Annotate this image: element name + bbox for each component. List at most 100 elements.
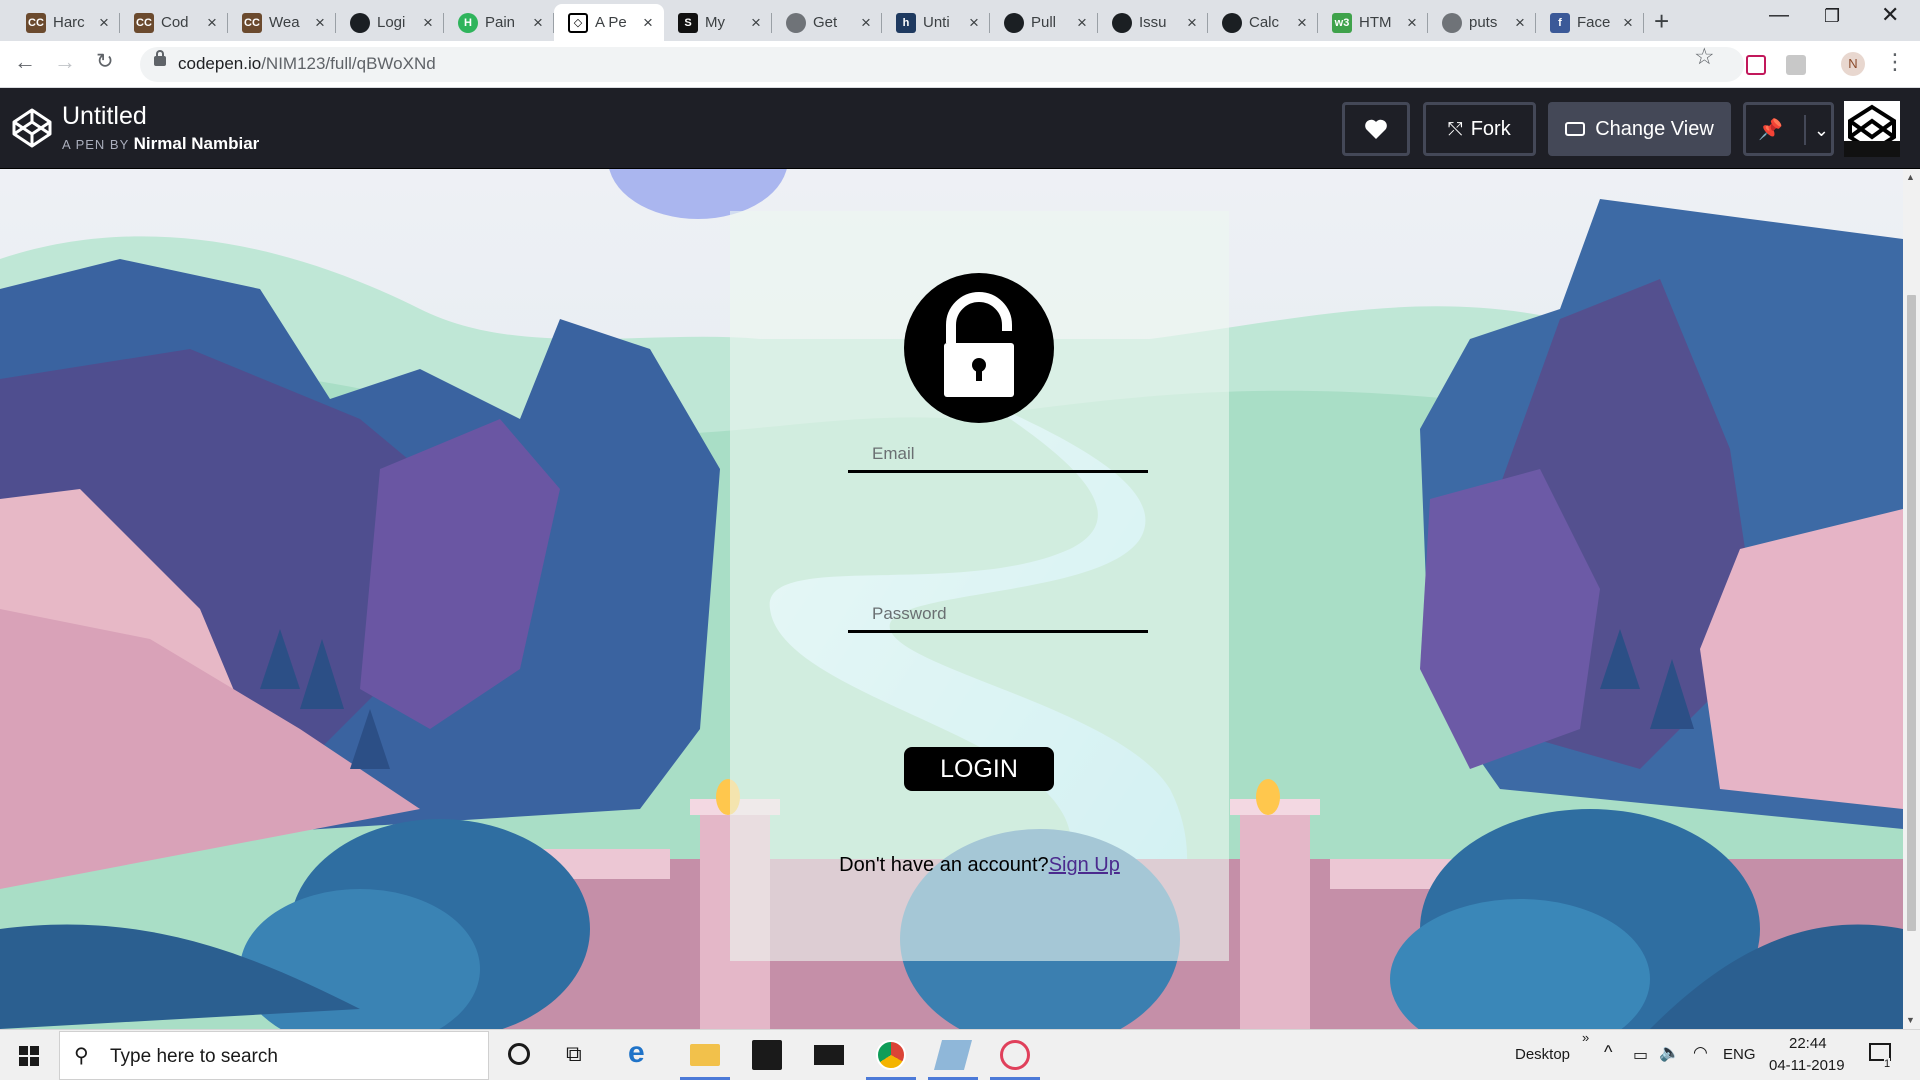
user-avatar[interactable] [1844,101,1900,157]
close-tab-icon[interactable]: × [1184,13,1200,33]
browser-tab-13[interactable]: w3 HTM × [1318,4,1428,41]
tab-label: A Pe [595,14,627,31]
clock-date[interactable]: 04-11-2019 [1769,1057,1845,1074]
browser-tab-8[interactable]: Get × [772,4,882,41]
signup-link[interactable]: Sign Up [1049,854,1120,876]
browser-tab-12[interactable]: Calc × [1208,4,1318,41]
tab-label: Harc [53,14,85,31]
windows-start-icon[interactable] [19,1046,39,1066]
close-tab-icon[interactable]: × [858,13,874,33]
close-tab-icon[interactable]: × [1294,13,1310,33]
cc-icon: CC [134,12,154,33]
github-icon [1004,12,1024,33]
heart-icon [1365,119,1387,139]
scrollbar-thumb[interactable] [1907,295,1916,931]
browser-tab-6[interactable]: ◇ A Pe × [554,4,664,41]
facebook-icon: f [1550,12,1570,33]
bookmark-star-icon[interactable]: ☆ [1694,43,1715,70]
browser-tab-7[interactable]: S My × [664,4,772,41]
codepen-logo-icon[interactable] [12,108,52,148]
close-tab-icon[interactable]: × [640,13,656,33]
reload-icon[interactable]: ↻ [96,49,114,74]
snipping-tool-icon[interactable] [1000,1040,1030,1070]
forward-arrow-icon[interactable]: → [54,49,76,75]
desktop-toolbar-label[interactable]: Desktop [1515,1046,1570,1063]
tab-label: Cod [161,14,189,31]
pin-menu-button[interactable]: 📌 ⌄ [1743,102,1834,156]
heart-button[interactable] [1342,102,1410,156]
chevron-down-icon: ⌄ [1803,115,1829,145]
language-indicator[interactable]: ENG [1723,1046,1756,1063]
email-field[interactable] [848,437,1148,473]
browser-tab-10[interactable]: Pull × [990,4,1098,41]
scroll-down-arrow-icon[interactable]: ▼ [1906,1015,1915,1025]
taskbar-search-box[interactable]: ⚲ Type here to search [59,1031,489,1080]
tab-label: Wea [269,14,300,31]
close-tab-icon[interactable]: × [1404,13,1420,33]
browser-tab-5[interactable]: H Pain × [444,4,554,41]
minimize-window-button[interactable]: — [1769,4,1789,27]
close-tab-icon[interactable]: × [204,13,220,33]
close-tab-icon[interactable]: × [530,13,546,33]
volume-icon[interactable]: 🔈 [1659,1043,1680,1063]
browser-tab-1[interactable]: CC Harc × [12,4,120,41]
close-tab-icon[interactable]: × [96,13,112,33]
tab-label: Logi [377,14,406,31]
browser-tab-strip: CC Harc × CC Cod × CC Wea × Logi × H Pain × ◇ A Pe × S My ×… [0,0,1920,41]
clock-time[interactable]: 22:44 [1789,1035,1827,1052]
padlock-icon [904,273,1054,423]
pen-title[interactable]: Untitled [62,102,147,131]
file-explorer-icon[interactable] [690,1044,720,1066]
tab-label: Issu [1139,14,1167,31]
store-icon[interactable] [752,1040,782,1070]
notepad-icon[interactable] [933,1040,973,1070]
wifi-icon[interactable]: ◠ [1693,1043,1708,1063]
browser-tab-11[interactable]: Issu × [1098,4,1208,41]
mail-icon[interactable] [814,1045,844,1065]
password-field[interactable] [848,597,1148,633]
cortana-icon[interactable] [508,1043,530,1065]
scroll-up-arrow-icon[interactable]: ▲ [1906,172,1915,182]
browser-tab-14[interactable]: puts × [1428,4,1536,41]
browser-tab-9[interactable]: h Unti × [882,4,990,41]
close-tab-icon[interactable]: × [1512,13,1528,33]
page-background-scene: LOGIN Don't have an account?Sign Up [0,169,1903,1029]
pen-author[interactable]: Nirmal Nambiar [134,134,260,153]
profile-avatar[interactable]: N [1841,52,1865,76]
browser-tab-2[interactable]: CC Cod × [120,4,228,41]
edge-browser-icon[interactable]: e [628,1036,658,1069]
browser-menu-icon[interactable]: ⋮ [1884,49,1906,75]
change-view-button[interactable]: Change View [1548,102,1731,156]
close-tab-icon[interactable]: × [420,13,436,33]
back-arrow-icon[interactable]: ← [14,49,36,75]
browser-tab-4[interactable]: Logi × [336,4,444,41]
close-tab-icon[interactable]: × [966,13,982,33]
extension-r-icon[interactable] [1786,55,1806,75]
github-icon [1112,12,1132,33]
cc-icon: CC [242,12,262,33]
browser-tab-15[interactable]: f Face × [1536,4,1644,41]
address-bar[interactable]: codepen.io/NIM123/full/qBWoXNd [140,47,1744,82]
close-tab-icon[interactable]: × [1074,13,1090,33]
fork-button[interactable]: ⤲ Fork [1423,102,1536,156]
task-view-icon[interactable]: ⧉ [566,1041,582,1067]
browser-tab-3[interactable]: CC Wea × [228,4,336,41]
login-button[interactable]: LOGIN [904,747,1054,791]
chevron-up-icon[interactable]: ^ [1604,1042,1612,1063]
lock-icon [154,50,166,66]
h-icon: H [458,12,478,33]
new-tab-button[interactable]: + [1654,6,1669,37]
eye-icon [1565,122,1586,136]
battery-icon[interactable]: ▭ [1633,1045,1648,1065]
close-tab-icon[interactable]: × [312,13,328,33]
extension-pocket-icon[interactable] [1746,55,1766,75]
chrome-icon[interactable] [876,1040,906,1070]
close-tab-icon[interactable]: × [748,13,764,33]
codepen-icon: ◇ [568,12,588,33]
url-text[interactable]: codepen.io/NIM123/full/qBWoXNd [178,54,436,74]
close-tab-icon[interactable]: × [1620,13,1636,33]
page-scrollbar[interactable]: ▲ ▼ [1903,169,1920,1029]
maximize-window-button[interactable]: ❐ [1824,6,1840,27]
toolbar-overflow-icon[interactable]: » [1582,1030,1589,1045]
close-window-button[interactable]: ✕ [1881,2,1899,28]
